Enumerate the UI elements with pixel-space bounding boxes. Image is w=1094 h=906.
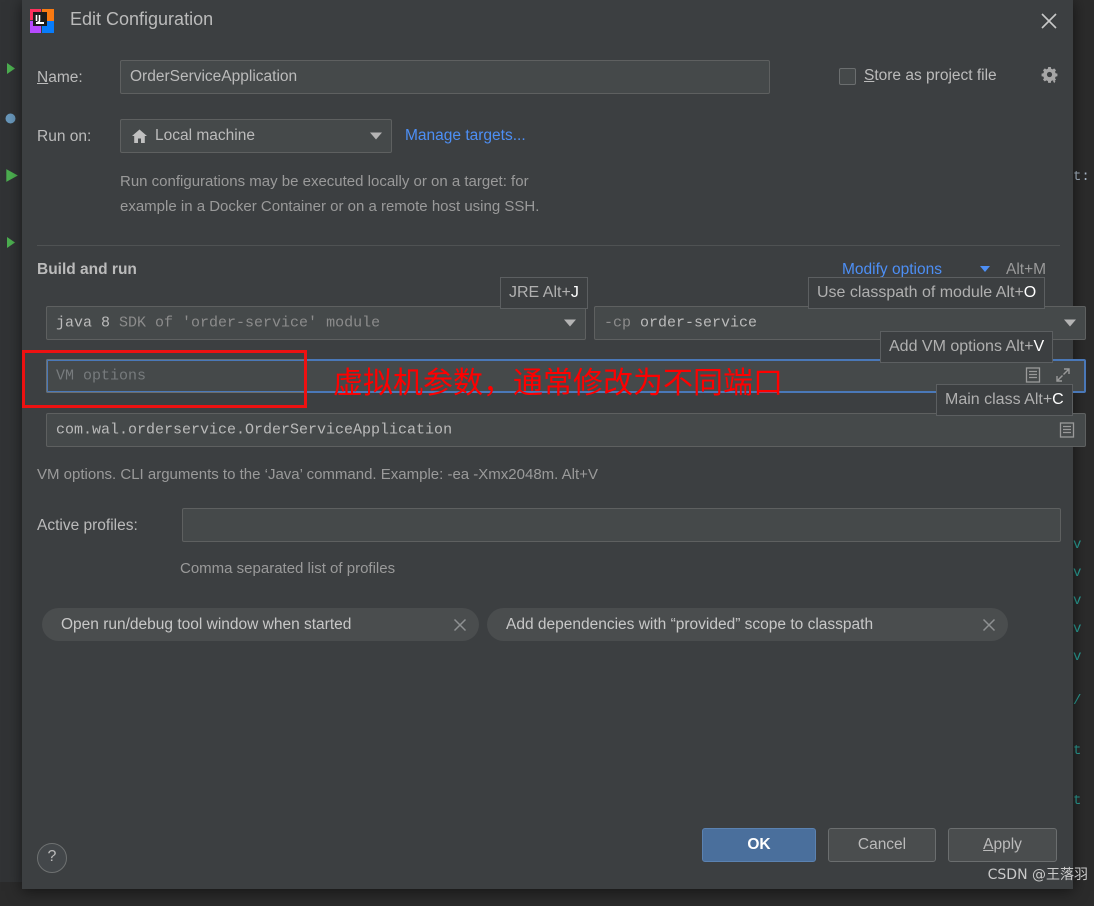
store-label-mnemonic: S bbox=[864, 67, 875, 84]
watermark: CSDN @王落羽 bbox=[987, 867, 1088, 883]
name-input[interactable]: OrderServiceApplication bbox=[120, 60, 770, 94]
apply-rest: pply bbox=[993, 836, 1022, 853]
home-icon bbox=[131, 128, 148, 145]
close-icon[interactable] bbox=[453, 618, 467, 632]
jre-value-prefix: java 8 bbox=[56, 314, 111, 332]
active-profiles-input[interactable] bbox=[182, 508, 1061, 542]
build-and-run-title: Build and run bbox=[37, 261, 137, 278]
close-icon[interactable] bbox=[982, 618, 996, 632]
dialog-title-bar: IJ Edit Configuration bbox=[22, 0, 1073, 42]
classpath-value-prefix: -cp bbox=[604, 314, 632, 332]
chevron-down-icon bbox=[370, 132, 382, 140]
ok-button[interactable]: OK bbox=[702, 828, 816, 862]
dialog-title: Edit Configuration bbox=[70, 9, 214, 29]
store-as-project-file-label[interactable]: Store as project file bbox=[864, 67, 997, 85]
editor-gutter bbox=[0, 0, 23, 906]
tooltip-jre-text: JRE Alt+ bbox=[509, 284, 571, 301]
chip-label: Open run/debug tool window when started bbox=[61, 615, 352, 633]
main-class-value: com.wal.orderservice.OrderServiceApplica… bbox=[56, 421, 453, 439]
tooltip-classpath-text: Use classpath of module Alt+ bbox=[817, 284, 1024, 301]
tooltip-classpath-key: O bbox=[1023, 284, 1037, 301]
tooltip-main-class: Main class Alt+C bbox=[936, 384, 1073, 416]
help-button[interactable]: ? bbox=[37, 843, 67, 873]
jre-value-rest: SDK of 'order-service' module bbox=[119, 314, 381, 332]
tooltip-main-class-key: C bbox=[1052, 391, 1064, 408]
editor-line: v bbox=[1073, 649, 1082, 665]
editor-line: v bbox=[1073, 537, 1082, 553]
tooltip-vm-key: V bbox=[1033, 338, 1045, 355]
tooltip-jre-key: J bbox=[570, 284, 579, 301]
run-on-description-line1: Run configurations may be executed local… bbox=[120, 173, 529, 190]
manage-targets-link[interactable]: Manage targets... bbox=[405, 127, 526, 145]
chevron-down-icon[interactable] bbox=[980, 266, 990, 272]
jre-value: java 8 SDK of 'order-service' module bbox=[56, 315, 380, 332]
editor-line: t: bbox=[1073, 169, 1090, 185]
option-chip-provided-scope[interactable]: Add dependencies with “provided” scope t… bbox=[487, 608, 1008, 641]
active-profiles-label: Active profiles: bbox=[37, 517, 138, 534]
run-gutter-icon[interactable] bbox=[4, 168, 18, 182]
classpath-value: -cp order-service bbox=[604, 315, 757, 332]
intellij-idea-icon: IJ bbox=[29, 8, 55, 34]
option-chip-run-debug-tool-window[interactable]: Open run/debug tool window when started bbox=[42, 608, 479, 641]
run-on-value: Local machine bbox=[155, 127, 255, 144]
editor-line: / bbox=[1073, 693, 1082, 709]
tooltip-vm-options: Add VM options Alt+V bbox=[880, 331, 1054, 363]
tooltip-jre: JRE Alt+J bbox=[500, 277, 588, 309]
active-profiles-hint: Comma separated list of profiles bbox=[180, 560, 396, 577]
svg-text:IJ: IJ bbox=[35, 14, 41, 23]
list-icon[interactable] bbox=[1024, 366, 1042, 384]
run-on-label: Run on: bbox=[37, 128, 92, 145]
editor-line: v bbox=[1073, 565, 1082, 581]
tooltip-main-class-text: Main class Alt+ bbox=[945, 391, 1053, 408]
main-class-input[interactable]: com.wal.orderservice.OrderServiceApplica… bbox=[46, 413, 1086, 447]
annotation-highlight-box bbox=[22, 350, 307, 408]
run-on-dropdown[interactable]: Local machine bbox=[120, 119, 392, 153]
classpath-value-rest: order-service bbox=[640, 314, 758, 332]
run-gutter-icon[interactable] bbox=[4, 112, 17, 125]
editor-line: t bbox=[1073, 743, 1082, 759]
jre-dropdown[interactable]: java 8 SDK of 'order-service' module bbox=[46, 306, 586, 340]
edit-configuration-dialog: IJ Edit Configuration Name: OrderService… bbox=[22, 0, 1086, 889]
apply-button[interactable]: Apply bbox=[948, 828, 1057, 862]
chevron-down-icon bbox=[1064, 319, 1076, 327]
vm-options-help-text: VM options. CLI arguments to the ‘Java’ … bbox=[37, 466, 598, 483]
cancel-button[interactable]: Cancel bbox=[828, 828, 936, 862]
editor-line: t bbox=[1073, 793, 1082, 809]
editor-line: v bbox=[1073, 593, 1082, 609]
tooltip-vm-text: Add VM options Alt+ bbox=[889, 338, 1034, 355]
chip-label: Add dependencies with “provided” scope t… bbox=[506, 615, 874, 633]
run-gutter-icon[interactable] bbox=[4, 236, 17, 249]
run-gutter-icon[interactable] bbox=[4, 62, 17, 75]
name-input-value: OrderServiceApplication bbox=[130, 68, 298, 85]
help-button-label: ? bbox=[47, 848, 57, 865]
list-icon[interactable] bbox=[1058, 421, 1076, 439]
annotation-note: 虚拟机参数，通常修改为不同端口 bbox=[333, 366, 783, 401]
tooltip-classpath: Use classpath of module Alt+O bbox=[808, 277, 1046, 309]
run-on-description-line2: example in a Docker Container or on a re… bbox=[120, 198, 540, 215]
section-divider bbox=[37, 245, 1060, 246]
name-label-rest: ame: bbox=[48, 69, 83, 86]
chevron-down-icon bbox=[564, 319, 576, 327]
close-icon[interactable] bbox=[1033, 6, 1065, 36]
name-label-mnemonic: N bbox=[37, 69, 49, 86]
store-as-project-file-checkbox[interactable] bbox=[839, 68, 856, 85]
editor-line: v bbox=[1073, 621, 1082, 637]
apply-mnemonic: A bbox=[983, 836, 994, 853]
editor-right-edge: t: v v v v v / t t bbox=[1070, 0, 1094, 906]
gear-icon[interactable] bbox=[1040, 65, 1060, 85]
expand-icon[interactable] bbox=[1054, 366, 1072, 384]
store-label-rest: tore as project file bbox=[874, 67, 997, 84]
name-label: Name: bbox=[37, 69, 83, 87]
